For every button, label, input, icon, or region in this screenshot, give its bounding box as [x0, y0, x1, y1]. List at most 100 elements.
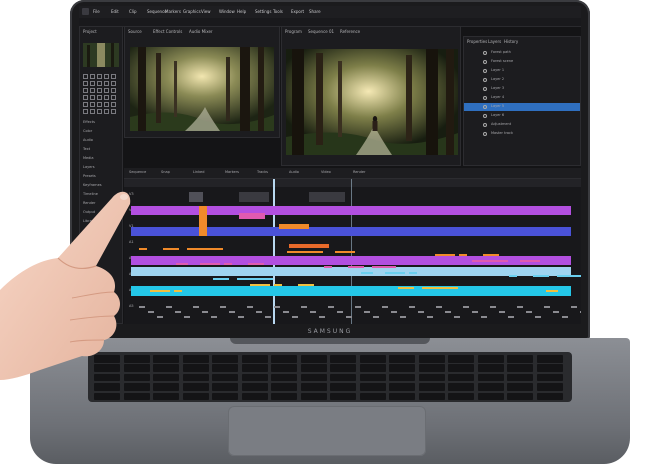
keyboard-key[interactable] — [182, 392, 209, 401]
audio-clip[interactable] — [131, 267, 571, 276]
tool-icon[interactable] — [97, 74, 102, 79]
tool-icon[interactable] — [83, 109, 88, 114]
menu-item[interactable]: Window — [219, 9, 235, 14]
left-panel-item[interactable]: Media — [83, 156, 94, 160]
keyboard-key[interactable] — [182, 373, 209, 382]
title-clip[interactable] — [309, 192, 345, 202]
layer-row[interactable]: Layer 1 — [491, 68, 504, 72]
title-clip[interactable] — [239, 192, 269, 202]
tool-icon[interactable] — [97, 95, 102, 100]
keyboard-key[interactable] — [389, 355, 415, 363]
eye-icon[interactable] — [483, 69, 487, 73]
layer-row[interactable]: Layer 3 — [491, 86, 504, 90]
small-clip[interactable] — [279, 224, 309, 229]
layer-row[interactable]: Layer 5 — [491, 104, 504, 108]
layer-row[interactable]: Layer 2 — [491, 77, 504, 81]
keyboard-key[interactable] — [536, 355, 563, 363]
keyboard-key[interactable] — [389, 373, 415, 382]
menu-item[interactable]: Clip — [129, 9, 137, 14]
keyboard-key[interactable] — [330, 355, 356, 363]
tool-icon[interactable] — [90, 109, 95, 114]
eye-icon[interactable] — [483, 114, 487, 118]
timeline-toolbar-item[interactable]: Render — [353, 170, 365, 174]
audio-clip[interactable] — [131, 286, 571, 296]
keyboard-key[interactable] — [448, 355, 474, 363]
keyboard-key[interactable] — [212, 392, 238, 401]
layer-row[interactable]: Layer 6 — [491, 113, 504, 117]
title-clip[interactable] — [189, 192, 203, 202]
keyboard-key[interactable] — [241, 392, 268, 401]
tool-icon[interactable] — [83, 88, 88, 93]
keyboard-key[interactable] — [389, 392, 415, 401]
keyboard-key[interactable] — [359, 392, 386, 401]
keyboard-key[interactable] — [389, 364, 415, 372]
keyboard-key[interactable] — [418, 392, 445, 401]
keyboard-key[interactable] — [477, 355, 504, 363]
keyboard-key[interactable] — [507, 383, 533, 391]
menu-item[interactable]: View — [201, 9, 211, 14]
keyboard-key[interactable] — [507, 364, 533, 372]
layer-row[interactable]: Forest path — [491, 50, 511, 54]
keyboard-key[interactable] — [507, 392, 533, 401]
keyboard-key[interactable] — [536, 392, 563, 401]
playhead[interactable] — [273, 179, 275, 324]
keyboard-key[interactable] — [330, 364, 356, 372]
tool-icon[interactable] — [90, 74, 95, 79]
layer-row[interactable]: Layer 4 — [491, 95, 504, 99]
keyboard-key[interactable] — [359, 355, 386, 363]
menu-item[interactable]: Graphics — [183, 9, 201, 14]
keyboard-key[interactable] — [536, 373, 563, 382]
video-clip[interactable] — [131, 227, 571, 236]
keyboard-key[interactable] — [418, 383, 445, 391]
layer-row[interactable]: Adjustment — [491, 122, 511, 126]
source-tab-2[interactable]: Audio Mixer — [189, 29, 213, 34]
keyboard-key[interactable] — [300, 392, 327, 401]
left-panel-item[interactable]: Color — [83, 129, 92, 133]
keyboard-key[interactable] — [448, 373, 474, 382]
tool-icon[interactable] — [111, 74, 116, 79]
eye-icon[interactable] — [483, 132, 487, 136]
keyboard-key[interactable] — [536, 383, 563, 391]
keyboard-key[interactable] — [241, 383, 268, 391]
keyboard-key[interactable] — [536, 364, 563, 372]
keyboard-key[interactable] — [330, 392, 356, 401]
keyboard-key[interactable] — [212, 355, 238, 363]
keyboard-key[interactable] — [271, 383, 297, 391]
right-tab-1[interactable]: Layers — [488, 39, 501, 44]
eye-icon[interactable] — [483, 96, 487, 100]
keyboard-key[interactable] — [477, 392, 504, 401]
tool-icon[interactable] — [90, 88, 95, 93]
tool-icon[interactable] — [104, 102, 109, 107]
menu-item[interactable]: File — [93, 9, 100, 14]
menu-item[interactable]: Edit — [111, 9, 119, 14]
timeline-toolbar-item[interactable]: Markers — [225, 170, 239, 174]
tool-icon[interactable] — [83, 74, 88, 79]
tool-icon[interactable] — [104, 74, 109, 79]
tool-icon[interactable] — [111, 102, 116, 107]
tool-icon[interactable] — [97, 81, 102, 86]
keyboard-key[interactable] — [330, 373, 356, 382]
left-panel-item[interactable]: Audio — [83, 138, 93, 142]
left-panel-item[interactable]: Presets — [83, 174, 96, 178]
timeline-toolbar-item[interactable]: Tracks — [257, 170, 268, 174]
keyboard-key[interactable] — [359, 364, 386, 372]
left-panel-item[interactable]: Text — [83, 147, 90, 151]
timeline-toolbar-item[interactable]: Audio — [289, 170, 299, 174]
timeline-toolbar-item[interactable]: Linked — [193, 170, 204, 174]
menu-item[interactable]: Tools — [273, 9, 283, 14]
keyboard-key[interactable] — [359, 373, 386, 382]
layer-row[interactable]: Forest scene — [491, 59, 513, 63]
video-clip[interactable] — [131, 206, 571, 215]
eye-icon[interactable] — [483, 123, 487, 127]
menu-item[interactable]: Settings — [255, 9, 271, 14]
keyboard-key[interactable] — [448, 364, 474, 372]
keyboard-key[interactable] — [212, 373, 238, 382]
trackpad[interactable] — [228, 406, 426, 456]
keyboard-key[interactable] — [418, 373, 445, 382]
keyboard-key[interactable] — [418, 355, 445, 363]
tool-icon[interactable] — [104, 88, 109, 93]
tool-icon[interactable] — [97, 102, 102, 107]
menu-item[interactable]: Sequence — [147, 9, 167, 14]
right-tab-2[interactable]: History — [504, 39, 518, 44]
small-clip[interactable] — [239, 213, 265, 219]
